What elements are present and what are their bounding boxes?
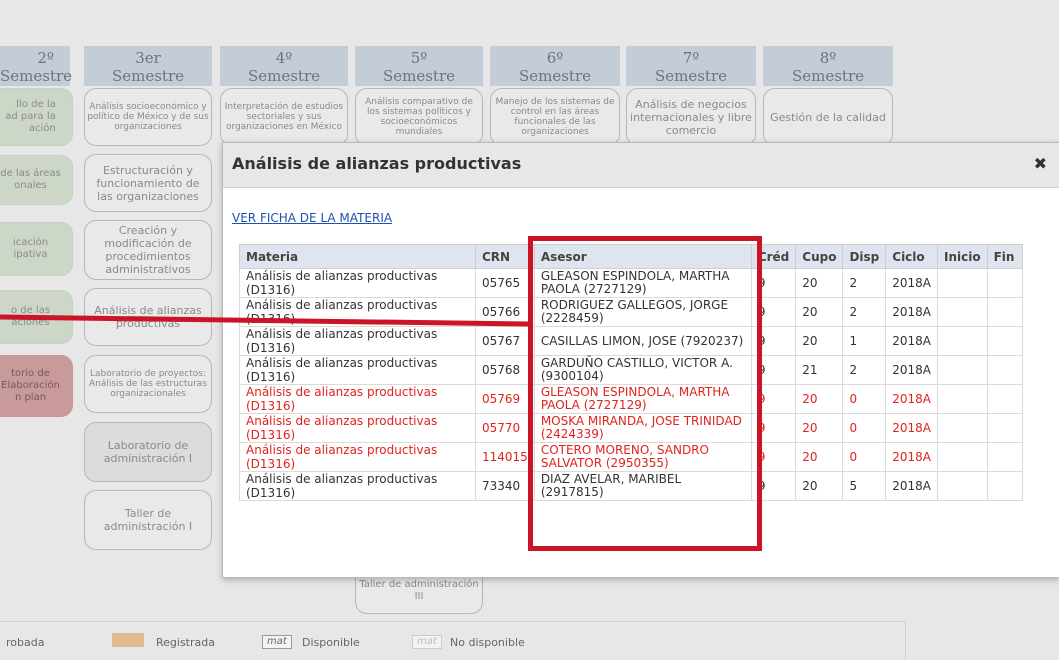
- pointer-line: [0, 314, 529, 327]
